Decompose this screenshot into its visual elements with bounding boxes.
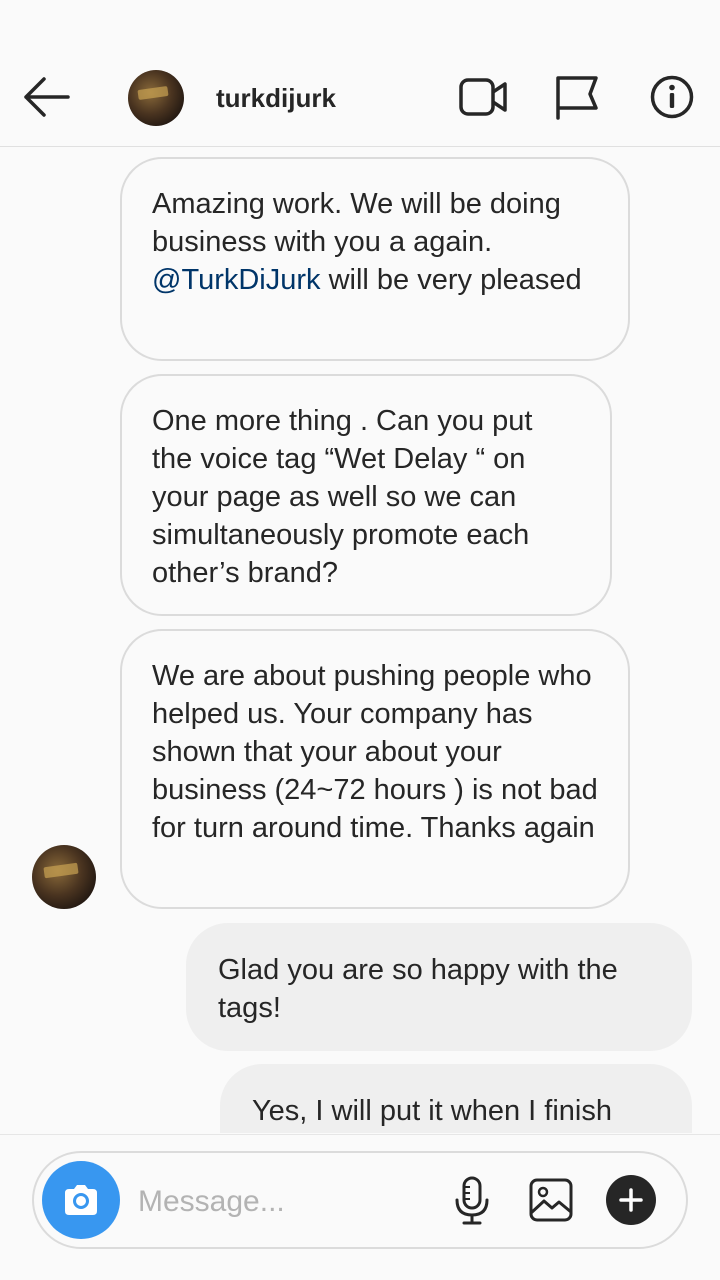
camera-button[interactable] [42,1161,120,1239]
plus-icon [619,1188,643,1212]
message-text: will be very pleased [320,264,582,296]
info-icon[interactable] [646,74,698,120]
microphone-icon[interactable] [452,1175,492,1232]
mention-link[interactable]: @TurkDiJurk [152,264,321,296]
message-input[interactable] [136,1181,440,1223]
back-arrow-icon[interactable] [20,74,76,120]
message-text: One more thing . Can you put the voice t… [152,405,533,589]
outgoing-message[interactable]: Yes, I will put it when I finish [220,1064,692,1133]
flag-icon[interactable] [552,74,604,120]
incoming-message[interactable]: Amazing work. We will be doing business … [120,157,630,361]
sender-avatar[interactable] [32,845,96,909]
video-call-icon[interactable] [458,74,510,120]
message-composer [32,1151,688,1249]
message-text: Amazing work. We will be doing business … [152,188,561,258]
dm-screen: turkdijurk Amazing work. We will be doin… [0,0,720,1280]
composer-bar [0,1134,720,1280]
chat-username[interactable]: turkdijurk [216,83,336,114]
message-text: We are about pushing people who helped u… [152,660,598,844]
incoming-message[interactable]: One more thing . Can you put the voice t… [120,374,612,616]
plus-button[interactable] [606,1175,656,1225]
message-text: Yes, I will put it when I finish [252,1095,612,1127]
incoming-message[interactable]: We are about pushing people who helped u… [120,629,630,909]
camera-icon [65,1185,97,1215]
message-thread[interactable]: Amazing work. We will be doing business … [0,147,720,1133]
header-avatar[interactable] [128,70,184,126]
message-text: Glad you are so happy with the tags! [218,954,618,1024]
gallery-icon[interactable] [528,1177,574,1228]
outgoing-message[interactable]: Glad you are so happy with the tags! [186,923,692,1051]
chat-header: turkdijurk [0,48,720,147]
